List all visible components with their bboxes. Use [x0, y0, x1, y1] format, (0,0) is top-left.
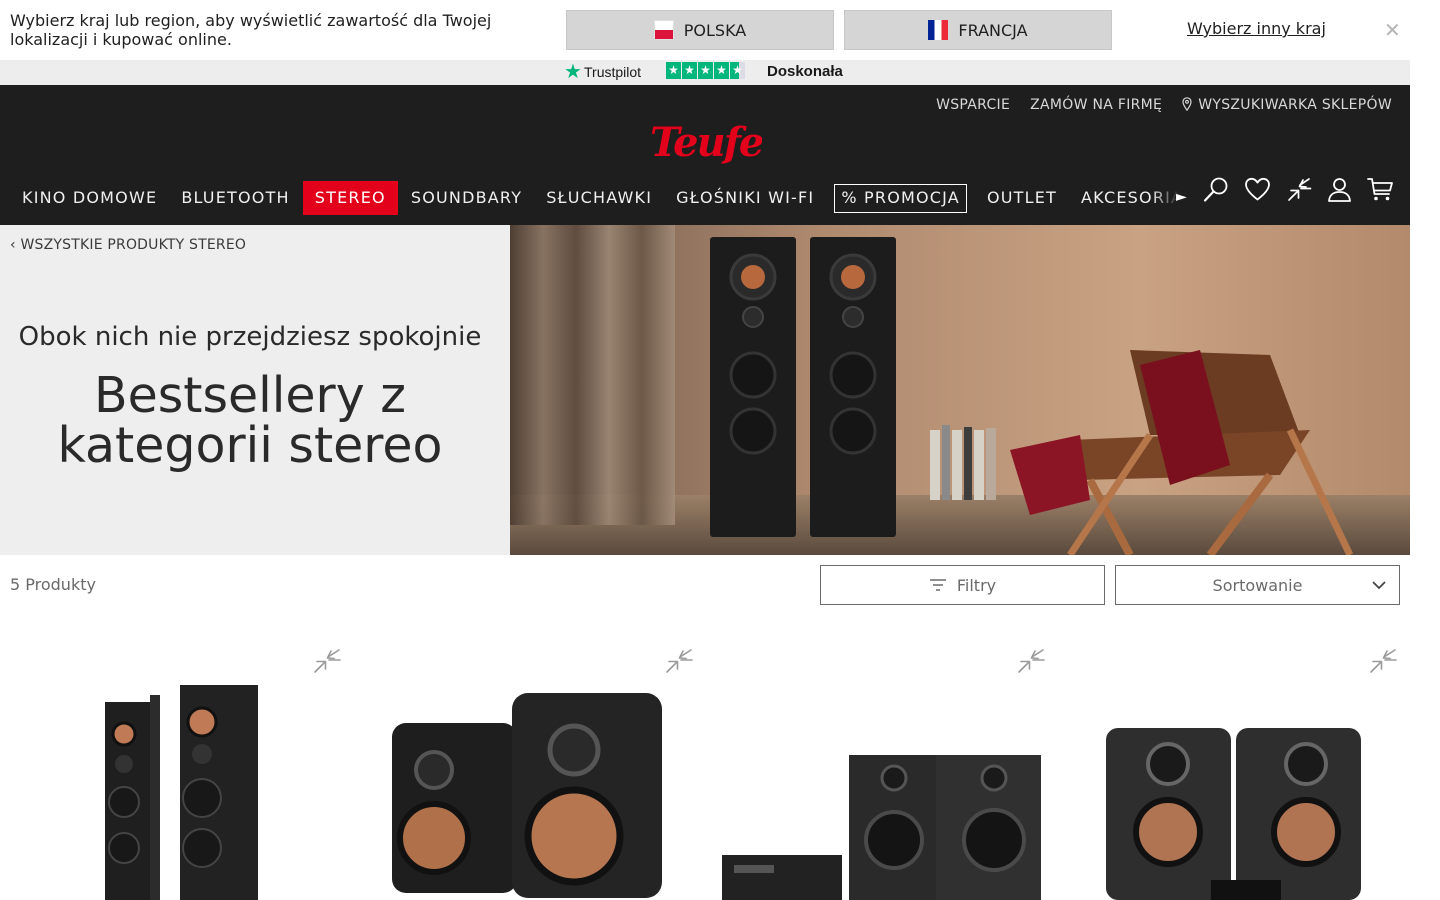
product-count: 5 Produkty [10, 575, 96, 594]
half-star-icon: ★ [730, 62, 745, 79]
country-poland-label: POLSKA [683, 20, 747, 40]
compare-icon[interactable] [312, 648, 342, 674]
hero-subtitle: Obok nich nie przejdziesz spokojnie [18, 322, 482, 352]
star-icon: ★ [682, 62, 697, 79]
store-finder-label: WYSZUKIWARKA SKLEPÓW [1198, 97, 1392, 113]
nav-stereo[interactable]: STEREO [302, 181, 398, 215]
filter-label: Filtry [956, 575, 997, 595]
country-france-label: FRANCJA [958, 20, 1028, 40]
product-card[interactable] [0, 640, 352, 900]
site-header: WSPARCIE ZAMÓW NA FIRMĘ WYSZUKIWARKA SKL… [0, 85, 1410, 225]
cart-icon[interactable] [1367, 176, 1394, 203]
flag-poland-icon [653, 20, 674, 40]
hero-text-panel: ‹ WSZYSTKIE PRODUKTY STEREO Obok nich ni… [0, 225, 510, 555]
hero-title: Bestsellery z kategorii stereo [57, 367, 443, 474]
country-france-button[interactable]: FRANCJA [844, 10, 1112, 50]
nav-home-cinema[interactable]: KINO DOMOWE [10, 181, 169, 215]
utility-links: WSPARCIE ZAMÓW NA FIRMĘ WYSZUKIWARKA SKL… [936, 97, 1392, 113]
main-navigation: KINO DOMOWE BLUETOOTH STEREO SOUNDBARY S… [10, 181, 1179, 215]
chevron-down-icon [1372, 581, 1386, 590]
nav-promotion[interactable]: % PROMOCJA [834, 183, 967, 213]
location-pin-icon [1182, 97, 1192, 111]
trustpilot-bar[interactable]: ★ Trustpilot ★ ★ ★ ★ ★ Doskonała [0, 60, 1410, 85]
product-card[interactable] [704, 640, 1056, 900]
hero-image [510, 225, 1410, 555]
nav-wifi-speakers[interactable]: GŁOŚNIKI WI-FI [664, 181, 826, 215]
trustpilot-rating-stars: ★ ★ ★ ★ ★ [666, 62, 745, 79]
search-icon[interactable] [1203, 176, 1230, 203]
back-to-stereo-link[interactable]: ‹ WSZYSTKIE PRODUKTY STEREO [10, 237, 246, 253]
header-icon-group [1203, 176, 1394, 203]
product-card[interactable] [352, 640, 704, 900]
product-image-stereo-system [722, 755, 1041, 900]
product-image-compact-system [1106, 728, 1361, 900]
business-order-link[interactable]: ZAMÓW NA FIRMĘ [1030, 97, 1162, 113]
compare-icon[interactable] [1285, 176, 1312, 203]
heart-icon[interactable] [1244, 176, 1271, 203]
hero-photo-speakers-chair [510, 225, 1410, 555]
trustpilot-brand: Trustpilot [584, 64, 642, 80]
close-icon[interactable]: ✕ [1384, 20, 1402, 40]
star-icon: ★ [698, 62, 713, 79]
country-banner: Wybierz kraj lub region, aby wyświetlić … [0, 0, 1410, 60]
filter-button[interactable]: Filtry [820, 565, 1105, 605]
nav-scroll-right-icon[interactable]: ► [1176, 189, 1187, 205]
user-icon[interactable] [1326, 176, 1353, 203]
flag-france-icon [928, 20, 949, 40]
compare-icon[interactable] [1016, 648, 1046, 674]
chevron-left-icon: ‹ [10, 237, 16, 253]
back-link-label: WSZYSTKIE PRODUKTY STEREO [20, 237, 247, 253]
trustpilot-rating-label: Doskonała [767, 63, 843, 80]
product-card[interactable] [1056, 640, 1408, 900]
nav-soundbars[interactable]: SOUNDBARY [399, 181, 534, 215]
logo-text: Teufel [650, 119, 762, 166]
filter-icon [929, 579, 946, 591]
sort-label: Sortowanie [1212, 575, 1303, 595]
support-link[interactable]: WSPARCIE [936, 97, 1010, 113]
compare-icon[interactable] [1368, 648, 1398, 674]
country-poland-button[interactable]: POLSKA [566, 10, 834, 50]
sort-dropdown[interactable]: Sortowanie [1115, 565, 1400, 605]
nav-bluetooth[interactable]: BLUETOOTH [169, 181, 301, 215]
product-image-floorstanding-speakers [105, 685, 258, 900]
nav-headphones[interactable]: SŁUCHAWKI [534, 181, 664, 215]
store-finder-link[interactable]: WYSZUKIWARKA SKLEPÓW [1182, 97, 1392, 113]
compare-icon[interactable] [664, 648, 694, 674]
star-icon: ★ [714, 62, 729, 79]
nav-outlet[interactable]: OUTLET [975, 181, 1069, 215]
nav-accessories[interactable]: AKCESORIA [1069, 181, 1179, 215]
other-country-link[interactable]: Wybierz inny kraj [1187, 19, 1326, 38]
star-icon: ★ [666, 62, 681, 79]
teufel-logo[interactable]: Teufel [648, 118, 762, 166]
trustpilot-star-icon: ★ [564, 59, 582, 83]
product-image-bookshelf-speakers [392, 693, 662, 898]
country-banner-message: Wybierz kraj lub region, aby wyświetlić … [10, 11, 492, 49]
